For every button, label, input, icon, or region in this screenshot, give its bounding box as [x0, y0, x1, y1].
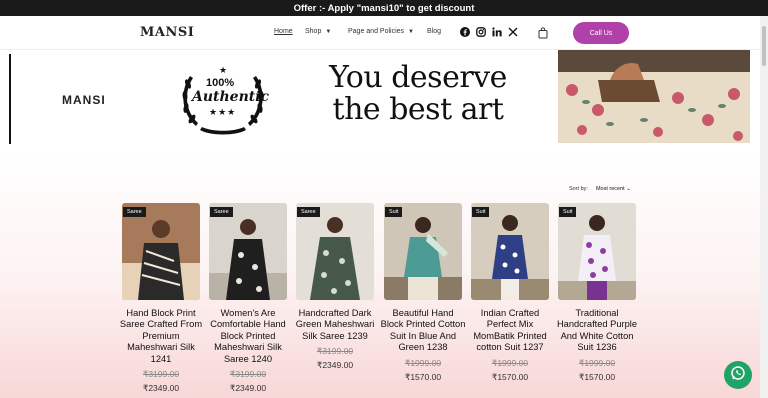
- social-links: [460, 27, 518, 37]
- x-icon[interactable]: [508, 27, 518, 37]
- product-image[interactable]: Saree: [122, 203, 200, 300]
- badge-star-top: ★: [219, 65, 228, 75]
- product-title[interactable]: Handcrafted Dark Green Maheshwari Silk S…: [292, 308, 378, 342]
- badge-authentic: Authentic: [192, 89, 270, 105]
- product-card[interactable]: Suit Traditional Handcrafted Purple And …: [557, 203, 637, 383]
- product-title[interactable]: Indian Crafted Perfect Mix MomBatik Prin…: [467, 308, 553, 354]
- category-tag: Saree: [123, 207, 146, 217]
- product-image[interactable]: Saree: [209, 203, 287, 300]
- instagram-icon[interactable]: [476, 27, 486, 37]
- badge-percent: 100%: [206, 77, 235, 89]
- original-price: ₹1999.00: [578, 357, 616, 368]
- product-title[interactable]: Beautiful Hand Block Printed Cotton Suit…: [380, 308, 466, 354]
- chevron-down-icon: ⌄: [626, 186, 631, 192]
- tagline-line-2: the best art: [332, 92, 504, 127]
- sale-price: ₹2349.00: [229, 383, 267, 394]
- badge-stars-bottom: ★★★: [209, 107, 237, 117]
- offer-bar: Offer :- Apply "mansi10" to get discount: [0, 0, 768, 16]
- product-title[interactable]: Women's Are Comfortable Hand Block Print…: [205, 308, 291, 365]
- nav-shop[interactable]: Shop ▼: [305, 28, 331, 35]
- product-card[interactable]: Saree Handcrafted Dark Green Maheshwari …: [296, 203, 374, 371]
- category-tag: Suit: [559, 207, 577, 217]
- sort-value[interactable]: Most recent ⌄: [596, 186, 631, 192]
- original-price: ₹1999.00: [404, 357, 442, 368]
- sale-price: ₹1570.00: [578, 371, 616, 382]
- product-card[interactable]: Saree Hand Block Print Saree Crafted Fro…: [120, 203, 202, 394]
- sort-control[interactable]: Sort by: Most recent ⌄: [569, 186, 631, 192]
- sale-price: ₹1570.00: [404, 371, 442, 382]
- nav-blog[interactable]: Blog: [427, 28, 441, 35]
- banner-brand: MANSI: [62, 93, 106, 107]
- nav-page-and-policies[interactable]: Page and Policies ▼: [348, 28, 414, 35]
- sale-price: ₹2349.00: [316, 360, 354, 371]
- product-image[interactable]: Suit: [471, 203, 549, 300]
- product-card[interactable]: Suit Beautiful Hand Block Printed Cotton…: [381, 203, 465, 383]
- nav-home[interactable]: Home: [274, 28, 293, 35]
- sale-price: ₹1570.00: [491, 371, 529, 382]
- original-price: ₹3199.00: [316, 346, 354, 357]
- category-tag: Suit: [472, 207, 490, 217]
- category-tag: Saree: [297, 207, 320, 217]
- product-image[interactable]: Suit: [384, 203, 462, 300]
- page-scrollbar[interactable]: [760, 16, 768, 398]
- site-header: MANSI Home Shop ▼ Page and Policies ▼ Bl…: [0, 16, 768, 50]
- block-printing-photo: [558, 50, 750, 143]
- facebook-icon[interactable]: [460, 27, 470, 37]
- product-title[interactable]: Hand Block Print Saree Crafted From Prem…: [118, 308, 204, 365]
- category-tag: Saree: [210, 207, 233, 217]
- nav-policies-label: Page and Policies: [348, 28, 405, 35]
- product-collection: [0, 150, 760, 398]
- original-price: ₹3199.00: [229, 369, 267, 380]
- offer-text: Offer :- Apply "mansi10" to get discount: [293, 2, 475, 14]
- whatsapp-button[interactable]: [724, 361, 752, 389]
- whatsapp-icon: [730, 365, 746, 386]
- nav-shop-label: Shop: [305, 28, 322, 35]
- product-card[interactable]: Suit Indian Crafted Perfect Mix MomBatik…: [471, 203, 549, 383]
- site-logo[interactable]: MANSI: [140, 25, 194, 40]
- tagline-line-1: You deserve: [329, 60, 507, 95]
- banner-tagline: You deserve the best art: [328, 62, 508, 126]
- shopping-bag-icon[interactable]: [538, 26, 548, 44]
- caret-down-icon: ▼: [325, 28, 332, 35]
- banner-divider: [9, 54, 11, 144]
- category-tag: Suit: [385, 207, 403, 217]
- original-price: ₹3199.00: [142, 369, 180, 380]
- product-image[interactable]: Suit: [558, 203, 636, 300]
- scrollbar-thumb[interactable]: [762, 26, 766, 66]
- caret-down-icon: ▼: [408, 28, 414, 35]
- original-price: ₹1999.00: [491, 357, 529, 368]
- sort-label: Sort by:: [569, 186, 588, 192]
- product-title[interactable]: Traditional Handcrafted Purple And White…: [554, 308, 640, 354]
- product-card[interactable]: Saree Women's Are Comfortable Hand Block…: [209, 203, 287, 394]
- sale-price: ₹2349.00: [142, 383, 180, 394]
- call-us-button[interactable]: Call Us: [573, 22, 629, 44]
- linkedin-icon[interactable]: [492, 27, 502, 37]
- product-image[interactable]: Saree: [296, 203, 374, 300]
